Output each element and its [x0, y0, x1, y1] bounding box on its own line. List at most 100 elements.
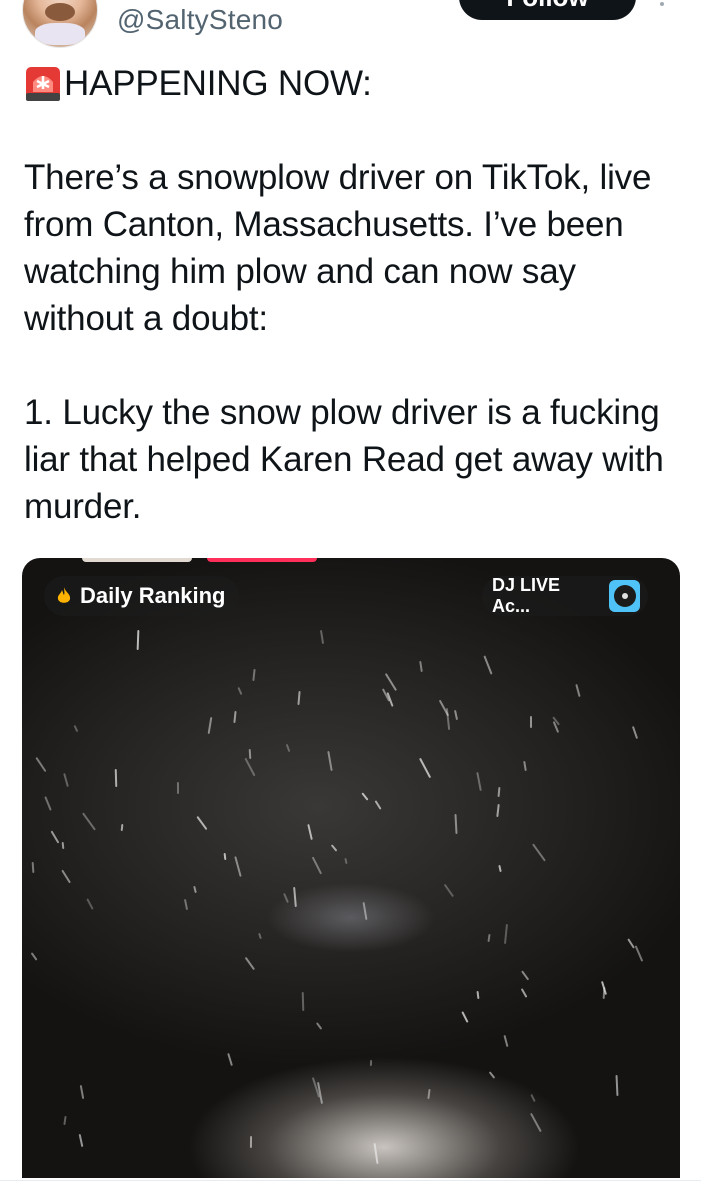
snow-streak	[531, 843, 546, 863]
snow-streak	[44, 796, 52, 811]
snow-streak	[250, 1136, 253, 1148]
snow-streak	[476, 771, 482, 791]
snow-streak	[523, 760, 528, 771]
daily-ranking-label: Daily Ranking	[80, 583, 226, 608]
snow-streak	[50, 830, 60, 844]
snow-streak	[476, 990, 480, 1000]
snow-streak	[62, 773, 69, 788]
snow-streak	[326, 750, 333, 771]
snow-streak	[223, 852, 227, 861]
snow-streak	[177, 781, 180, 794]
snow-streak	[61, 842, 65, 850]
snow-streak	[120, 824, 124, 832]
snow-streak	[249, 748, 252, 760]
snow-streak	[530, 1094, 536, 1103]
snow-streak	[454, 813, 458, 835]
tweet-paragraph-2: 1. Lucky the snow plow driver is a fucki…	[24, 393, 664, 526]
snow-streak	[361, 792, 370, 801]
snow-streak	[418, 660, 423, 672]
more-dots-icon[interactable]	[652, 0, 672, 14]
snow-streak	[454, 710, 459, 720]
snow-streak	[503, 1034, 509, 1048]
snow-streak	[307, 824, 313, 840]
snow-streak	[257, 932, 262, 939]
snow-streak	[488, 1070, 496, 1079]
snow-streak	[483, 655, 493, 675]
snow-streak	[285, 743, 291, 752]
live-badge	[207, 558, 317, 562]
tweet-headline: HAPPENING NOW:	[64, 64, 372, 103]
tweet-text: HAPPENING NOW: There’s a snowplow driver…	[24, 60, 684, 530]
author-avatar[interactable]	[22, 0, 98, 48]
snow-streak	[207, 716, 213, 734]
snow-streak	[426, 1089, 431, 1099]
snow-streak	[80, 1084, 85, 1100]
bottom-divider	[0, 1180, 701, 1201]
snow-streak	[498, 865, 502, 873]
media-top-strip	[22, 558, 680, 566]
snow-streak	[30, 952, 37, 961]
snow-streak	[114, 768, 118, 787]
snow-streak	[344, 858, 348, 865]
snow-streak	[634, 945, 644, 962]
snow-streak	[631, 726, 639, 740]
snow-streak	[251, 669, 256, 682]
snow-streak	[445, 708, 451, 731]
snow-streak	[244, 757, 256, 777]
snow-streak	[86, 898, 94, 911]
snow-streak	[196, 815, 208, 831]
tweet-headline-line: HAPPENING NOW:	[24, 60, 684, 107]
snow-streak	[497, 786, 501, 797]
snow-streak	[296, 690, 301, 706]
snow-streak	[293, 886, 297, 907]
snow-streak	[602, 987, 606, 1000]
snow-streak	[227, 1052, 233, 1066]
avatar-figure-body	[35, 23, 85, 45]
dj-live-label: DJ LIVE Ac...	[492, 575, 561, 616]
snow-streak	[31, 862, 35, 873]
dj-live-pill[interactable]: DJ LIVE Ac...	[482, 575, 648, 616]
snow-streak	[530, 716, 533, 729]
snow-streak	[78, 1133, 83, 1147]
snow-streak	[487, 933, 491, 943]
snow-streak	[319, 629, 324, 644]
tweet-media-video[interactable]: Daily Ranking DJ LIVE Ac...	[22, 558, 680, 1178]
snow-streak	[73, 724, 79, 733]
snow-streak	[496, 803, 501, 817]
snow-streak	[504, 924, 509, 945]
snow-streak	[362, 902, 368, 921]
snow-streak	[384, 673, 398, 692]
snow-streak	[136, 629, 140, 650]
snow-streak	[315, 1021, 322, 1030]
snow-streak	[530, 1112, 543, 1133]
snow-streak	[301, 992, 305, 1012]
snow-streak	[461, 1011, 469, 1024]
snow-streak	[575, 683, 582, 698]
snow-streak	[82, 812, 97, 832]
music-disc-icon	[608, 580, 640, 612]
snow-streak	[233, 710, 237, 723]
snow-streak	[374, 800, 382, 810]
snow-streak	[62, 1116, 67, 1126]
snow-streak	[521, 970, 530, 980]
snow-streak	[330, 843, 338, 852]
snow-streak	[183, 899, 188, 911]
siren-icon	[26, 66, 60, 101]
snow-streak	[192, 886, 197, 894]
snow-streak	[35, 756, 48, 772]
snow-streak	[373, 1142, 379, 1164]
tweet-paragraph-1: There’s a snowplow driver on TikTok, liv…	[24, 158, 652, 338]
avatar-figure	[45, 3, 75, 21]
daily-ranking-pill[interactable]: Daily Ranking	[44, 576, 240, 616]
follow-button[interactable]: Follow	[459, 0, 636, 20]
author-handle[interactable]: @SaltySteno	[117, 2, 283, 38]
snow-streak	[370, 1059, 373, 1067]
snow-streak	[521, 988, 528, 998]
snow-streak	[237, 686, 243, 695]
snow-streak	[444, 884, 455, 899]
snow-streak	[61, 869, 71, 883]
snow-streak	[627, 938, 635, 949]
snow-streak	[419, 757, 432, 778]
snow-streak	[615, 1075, 619, 1097]
snow-streak	[233, 856, 242, 878]
